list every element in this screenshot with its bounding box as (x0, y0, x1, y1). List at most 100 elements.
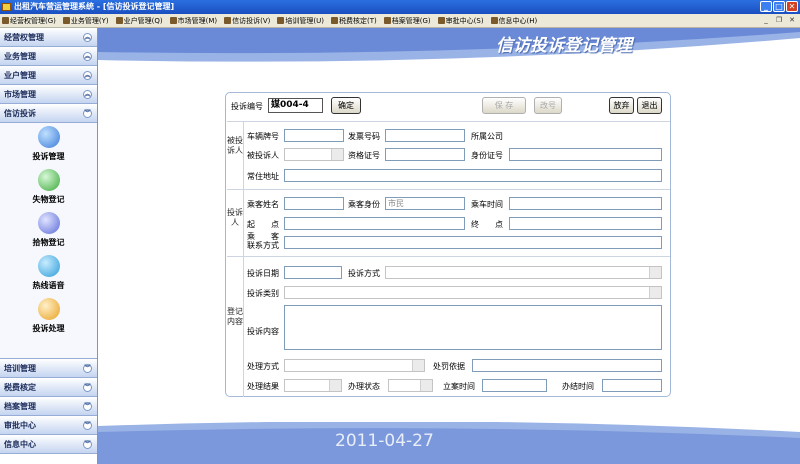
filed-time-input[interactable] (482, 379, 547, 392)
footer-banner: 2011-04-27 (98, 422, 800, 464)
sidebar-section-shichang[interactable]: 市场管理 ︽ (0, 85, 97, 104)
complaint-method-select[interactable] (385, 266, 662, 279)
menu-label: 档案管理(G) (391, 16, 431, 25)
end-point-input[interactable] (509, 217, 662, 230)
sidebar-section-shuifei[interactable]: 税费核定 ︾ (0, 378, 97, 397)
passenger-identity-input[interactable]: 市民 (385, 197, 465, 210)
start-point-label: 起 点 (247, 220, 279, 229)
section-label: 信访投诉 (4, 109, 36, 118)
sidebar-section-xinxi[interactable]: 信息中心 ︾ (0, 435, 97, 454)
sidebar-item-label: 拾物登记 (32, 238, 65, 247)
complaint-icon (37, 126, 60, 148)
menu-yewu[interactable]: 业务管理(Y) (62, 16, 109, 26)
lost-item-icon (37, 169, 60, 191)
section-title-complainant: 投诉人 (227, 190, 244, 256)
confirm-button[interactable]: 确定 (331, 97, 361, 114)
sidebar-item-found-item[interactable]: 拾物登记 (0, 212, 97, 255)
section-label: 业务管理 (4, 52, 36, 61)
sidebar-item-label: 热线语音 (32, 281, 65, 290)
menu-shuifei[interactable]: 税费核定(T) (331, 16, 377, 26)
section-label: 信息中心 (4, 440, 36, 449)
handling-result-select[interactable] (284, 379, 342, 392)
menu-icon (383, 17, 391, 24)
found-item-icon (37, 212, 60, 234)
chevron-down-icon: ︾ (83, 402, 92, 411)
menu-icon (62, 17, 70, 24)
menu-xinxi[interactable]: 信息中心(H) (490, 16, 537, 26)
sidebar-item-label: 投诉处理 (32, 324, 65, 333)
sidebar-item-hotline[interactable]: 热线语音 (0, 255, 97, 298)
start-point-input[interactable] (284, 217, 465, 230)
sidebar-section-xinfang-active[interactable]: 信访投诉 ︾ (0, 104, 97, 123)
menu-jingyingquan[interactable]: 经营权管理(G) (2, 16, 56, 26)
child-minimize-button[interactable]: _ (761, 16, 771, 25)
handling-method-select[interactable] (284, 359, 425, 372)
menu-label: 税费核定(T) (339, 16, 377, 25)
menu-bar: 经营权管理(G) 业务管理(Y) 业户管理(Q) 市场管理(M) 信访投诉(V)… (0, 14, 800, 28)
passenger-name-input[interactable] (284, 197, 344, 210)
menu-yehu[interactable]: 业户管理(Q) (115, 16, 163, 26)
contact-label-line1: 乘 客 (247, 232, 279, 241)
processing-status-select[interactable] (388, 379, 433, 392)
exit-button[interactable]: 退出 (637, 97, 662, 114)
save-button[interactable]: 保 存 (482, 97, 526, 114)
complaint-category-select[interactable] (284, 286, 662, 299)
minimize-button[interactable]: _ (760, 1, 772, 12)
sidebar-section-dangan[interactable]: 档案管理 ︾ (0, 397, 97, 416)
invoice-input[interactable] (385, 129, 465, 142)
chevron-up-icon: ︽ (83, 90, 92, 99)
maximize-button[interactable]: □ (773, 1, 785, 12)
menu-label: 市场管理(M) (177, 16, 218, 25)
sidebar-section-yehu[interactable]: 业户管理 ︽ (0, 66, 97, 85)
page-title: 信访投诉登记管理 (496, 36, 632, 56)
penalty-basis-input[interactable] (472, 359, 662, 372)
complaint-no-input[interactable]: 媒004-4 (268, 98, 323, 113)
menu-dangan[interactable]: 档案管理(G) (383, 16, 431, 26)
closed-time-input[interactable] (602, 379, 662, 392)
menu-icon (437, 17, 445, 24)
child-close-button[interactable]: ✕ (787, 16, 797, 25)
id-input[interactable] (509, 148, 662, 161)
child-restore-button[interactable]: ❐ (774, 16, 784, 25)
plate-input[interactable] (284, 129, 344, 142)
address-input[interactable] (284, 169, 662, 182)
sidebar-section-jingyingquan[interactable]: 经营权管理 ︽ (0, 28, 97, 47)
sidebar-panel: 投诉管理 失物登记 拾物登记 热线语音 投诉处理 (0, 123, 97, 359)
cancel-button[interactable]: 放弃 (609, 97, 634, 114)
chevron-up-icon: ︽ (83, 71, 92, 80)
ride-time-input[interactable] (509, 197, 662, 210)
menu-icon (169, 17, 177, 24)
menu-icon (115, 17, 123, 24)
menu-shenpi[interactable]: 审批中心(S) (437, 16, 484, 26)
footer-swoosh (98, 422, 800, 464)
passenger-identity-label: 乘客身份 (348, 200, 380, 209)
contact-input[interactable] (284, 236, 662, 249)
sidebar: 经营权管理 ︽ 业务管理 ︽ 业户管理 ︽ 市场管理 ︽ 信访投诉 ︾ 投诉管理 失物登记… (0, 28, 98, 464)
menu-peixun[interactable]: 培训管理(U) (277, 16, 324, 26)
sidebar-section-yewu[interactable]: 业务管理 ︽ (0, 47, 97, 66)
menu-icon (2, 17, 9, 24)
sidebar-item-lost-item[interactable]: 失物登记 (0, 169, 97, 212)
cert-input[interactable] (385, 148, 465, 161)
menu-label: 经营权管理(G) (10, 16, 56, 25)
closed-time-label: 办结时间 (562, 382, 594, 391)
sidebar-section-shenpi[interactable]: 审批中心 ︾ (0, 416, 97, 435)
complaint-date-input[interactable] (284, 266, 342, 279)
hotline-icon (37, 255, 60, 277)
chevron-up-icon: ︽ (83, 52, 92, 61)
close-button[interactable]: ✕ (786, 1, 798, 12)
menu-label: 业户管理(Q) (123, 16, 163, 25)
sidebar-item-complaint-management[interactable]: 投诉管理 (0, 126, 97, 169)
complaint-content-textarea[interactable] (284, 305, 662, 350)
chevron-down-icon: ︾ (83, 440, 92, 449)
divider (227, 189, 670, 190)
chevron-down-icon: ︾ (83, 364, 92, 373)
respondent-select[interactable] (284, 148, 344, 161)
id-label: 身份证号 (471, 151, 503, 160)
change-number-button[interactable]: 改号 (534, 97, 562, 114)
menu-shichang[interactable]: 市场管理(M) (169, 16, 218, 26)
menu-icon (224, 17, 232, 24)
menu-xinfang[interactable]: 信访投诉(V) (224, 16, 270, 26)
sidebar-section-peixun[interactable]: 培训管理 ︾ (0, 359, 97, 378)
sidebar-item-complaint-handling[interactable]: 投诉处理 (0, 298, 97, 341)
